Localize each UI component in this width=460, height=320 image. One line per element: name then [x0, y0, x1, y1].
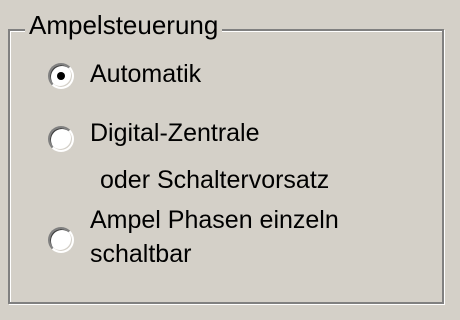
option-ampel-phasen-label-line2[interactable]: schaltbar [90, 239, 191, 270]
group-title: Ampelsteuerung [25, 10, 223, 40]
radio-automatik[interactable] [48, 63, 74, 89]
radio-selected-dot [57, 72, 65, 80]
radio-ampel-phasen[interactable] [48, 227, 74, 253]
radio-digital-zentrale[interactable] [48, 126, 74, 152]
option-ampel-phasen-label[interactable]: Ampel Phasen einzeln [90, 205, 339, 236]
option-digital-zentrale-label-line2[interactable]: oder Schaltervorsatz [100, 165, 329, 196]
option-digital-zentrale-label[interactable]: Digital-Zentrale [90, 118, 260, 149]
option-automatik-label[interactable]: Automatik [90, 59, 201, 90]
